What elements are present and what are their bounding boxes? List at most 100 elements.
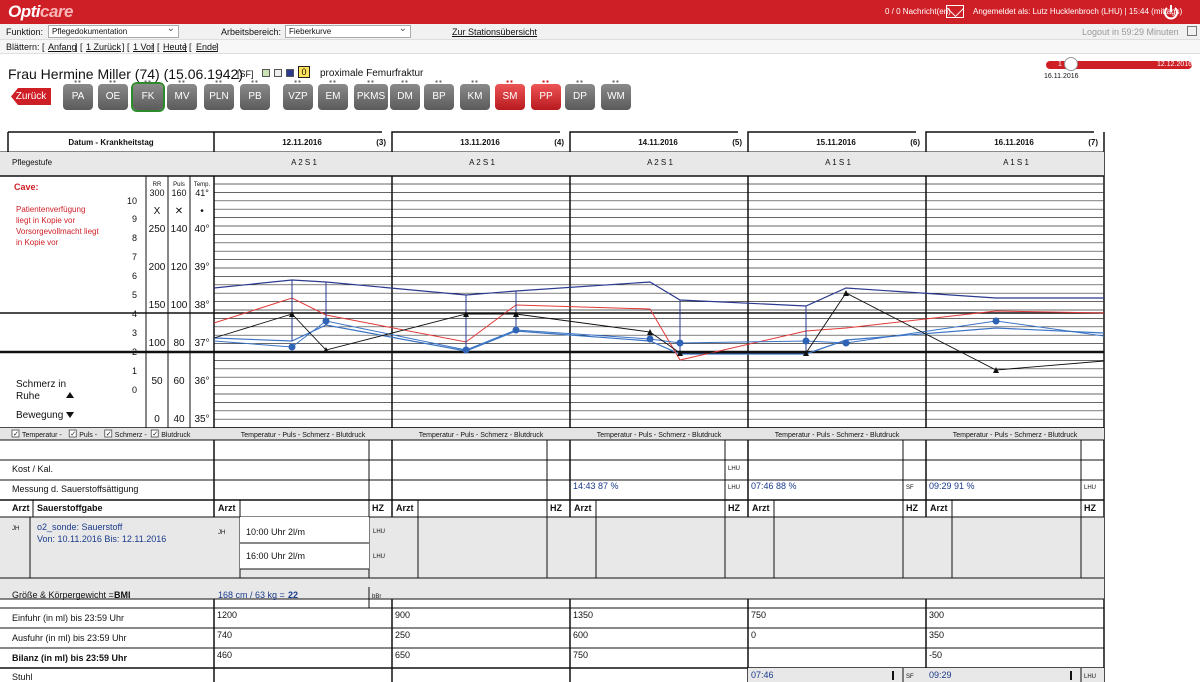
nav-dots-icon: ▪▪ xyxy=(74,77,82,86)
nav-button-label: WM xyxy=(607,91,625,102)
sauerstoff-sig: LHU xyxy=(728,485,740,491)
nav-button-mv[interactable]: ▪▪ MV xyxy=(167,78,197,110)
nav-button-dm[interactable]: ▪▪ DM xyxy=(390,78,420,110)
o2-entry: 10:00 Uhr 2l/m xyxy=(246,527,305,537)
status-square xyxy=(286,69,294,77)
power-icon[interactable] xyxy=(1162,3,1180,21)
arzt-header: Arzt xyxy=(218,503,236,513)
nav-button-sm[interactable]: ▪▪ SM xyxy=(495,78,525,110)
puls-symbol: ✕ xyxy=(175,206,183,217)
nav-button-fk[interactable]: ▪▪ FK xyxy=(133,78,163,110)
pain-scale: 3 xyxy=(132,328,137,338)
stuhl-label: Stuhl xyxy=(12,672,33,682)
paging-forward-link[interactable]: 1 Vor xyxy=(133,42,154,52)
nav-button-label: PA xyxy=(71,91,85,102)
puls-scale: 60 xyxy=(173,376,185,387)
einfuhr-value: 1350 xyxy=(573,610,593,620)
nav-button-oe[interactable]: ▪▪ OE xyxy=(98,78,128,110)
arbeitsbereich-label: Arbeitsbereich: xyxy=(221,27,282,37)
temp-symbol: • xyxy=(200,206,204,217)
rr-top: 300 xyxy=(149,188,164,198)
nav-dots-icon: ▪▪ xyxy=(367,77,375,86)
nav-button-vzp[interactable]: ▪▪ VZP xyxy=(283,78,313,110)
paging-end-link[interactable]: Ende xyxy=(196,42,217,52)
logo-text-b: care xyxy=(40,2,73,21)
nav-button-dp[interactable]: ▪▪ DP xyxy=(565,78,595,110)
status-square xyxy=(262,69,270,77)
rr-scale: 0 xyxy=(154,414,160,425)
nav-button-bp[interactable]: ▪▪ BP xyxy=(424,78,454,110)
hz-header: HZ xyxy=(728,503,740,513)
timeline-start: 1 xyxy=(1058,61,1062,68)
nav-button-label: PP xyxy=(539,91,553,102)
nav-button-pp[interactable]: ▪▪ PP xyxy=(531,78,561,110)
hz-header: HZ xyxy=(906,503,918,513)
pain-scale: 6 xyxy=(132,271,137,281)
temp-point xyxy=(992,317,1000,325)
triangle-down-icon xyxy=(66,412,74,418)
temp-point xyxy=(842,339,850,347)
logo-text-a: Opti xyxy=(8,2,41,21)
nav-dots-icon: ▪▪ xyxy=(576,77,584,86)
nav-button-pln[interactable]: ▪▪ PLN xyxy=(204,78,234,110)
rr-scale: 100 xyxy=(149,338,166,349)
nav-dots-icon: ▪▪ xyxy=(329,77,337,86)
day-number: (5) xyxy=(732,138,742,147)
funktion-select[interactable]: Pflegedokumentation xyxy=(48,23,179,38)
rr-scale: 150 xyxy=(149,300,166,311)
check-icon: ✓ xyxy=(106,431,112,438)
station-link[interactable]: Zur Stationsübersicht xyxy=(452,27,537,37)
nav-button-label: PB xyxy=(248,91,262,102)
messages-count[interactable]: 0 / 0 Nachricht(en) xyxy=(885,7,951,16)
back-button[interactable]: Zurück xyxy=(11,88,51,105)
sauerstoff-sig: LHU xyxy=(1084,485,1096,491)
pflegestufe-value: A 1 S 1 xyxy=(1003,158,1029,167)
temp-point xyxy=(802,337,810,345)
paging-start-link[interactable]: Anfang xyxy=(48,42,77,52)
nav-button-em[interactable]: ▪▪ EM xyxy=(318,78,348,110)
o2-text: Von: 10.11.2016 Bis: 12.11.2016 xyxy=(37,534,166,544)
nav-button-label: PKMS xyxy=(356,91,386,102)
nav-dots-icon: ▪▪ xyxy=(506,77,514,86)
arbeitsbereich-select[interactable]: Fieberkurve xyxy=(285,23,411,38)
nav-button-label: MV xyxy=(174,91,190,102)
legend-day-label: Temperatur - Puls - Schmerz - Blutdruck xyxy=(953,432,1078,439)
timeline-handle[interactable] xyxy=(1064,57,1078,71)
o2-block xyxy=(0,517,1104,599)
window-maximize-icon[interactable] xyxy=(1187,26,1197,36)
legend-check-label: Schmerz - xyxy=(115,432,148,439)
bilanz-value: -50 xyxy=(929,650,942,660)
legend-day-label: Temperatur - Puls - Schmerz - Blutdruck xyxy=(775,432,900,439)
sauerstoff-sig: SF xyxy=(906,485,914,491)
paging-back-link[interactable]: 1 Zurück xyxy=(86,42,121,52)
bilanz-value: 460 xyxy=(217,650,232,660)
bp-diastolic-series xyxy=(213,324,1105,355)
stuhl-value: 07:46 xyxy=(751,670,774,680)
paging-sep: ] xyxy=(216,42,219,52)
nav-button-km[interactable]: ▪▪ KM xyxy=(460,78,490,110)
nav-button-label: EM xyxy=(325,91,341,102)
pflegestufe-label: Pflegestufe xyxy=(12,158,53,167)
pain-scale: 9 xyxy=(132,214,137,224)
pain-scale: 4 xyxy=(132,309,137,319)
nav-button-pb[interactable]: ▪▪ PB xyxy=(240,78,270,110)
nav-button-label: DP xyxy=(573,91,587,102)
pain-series xyxy=(213,292,1105,371)
paging-bar: Blättern: [ Anfang ] [ 1 Zurück ] [ 1 Vo… xyxy=(0,40,1200,54)
pain-scale: 8 xyxy=(132,233,137,243)
envelope-icon[interactable] xyxy=(946,5,964,18)
nav-button-pa[interactable]: ▪▪ PA xyxy=(63,78,93,110)
sauerstoff-value: 07:46 88 % xyxy=(751,481,797,491)
ausfuhr-label: Ausfuhr (in ml) bis 23:59 Uhr xyxy=(12,633,127,643)
ausfuhr-value: 250 xyxy=(395,630,410,640)
nav-button-wm[interactable]: ▪▪ WM xyxy=(601,78,631,110)
nav-dots-icon: ▪▪ xyxy=(542,77,550,86)
nav-dots-icon: ▪▪ xyxy=(178,77,186,86)
einfuhr-label: Einfuhr (in ml) bis 23:59 Uhr xyxy=(12,613,124,623)
logged-in-user: Angemeldet als: Lutz Hucklenbroch (LHU) … xyxy=(973,7,1183,16)
pflegestufe-value: A 2 S 1 xyxy=(291,158,317,167)
function-bar: Funktion: Pflegedokumentation Arbeitsber… xyxy=(0,23,1200,40)
nav-button-pkms[interactable]: ▪▪ PKMS xyxy=(354,78,388,110)
nav-button-label: FK xyxy=(141,91,155,102)
legend-check-label: Puls - xyxy=(79,432,98,439)
